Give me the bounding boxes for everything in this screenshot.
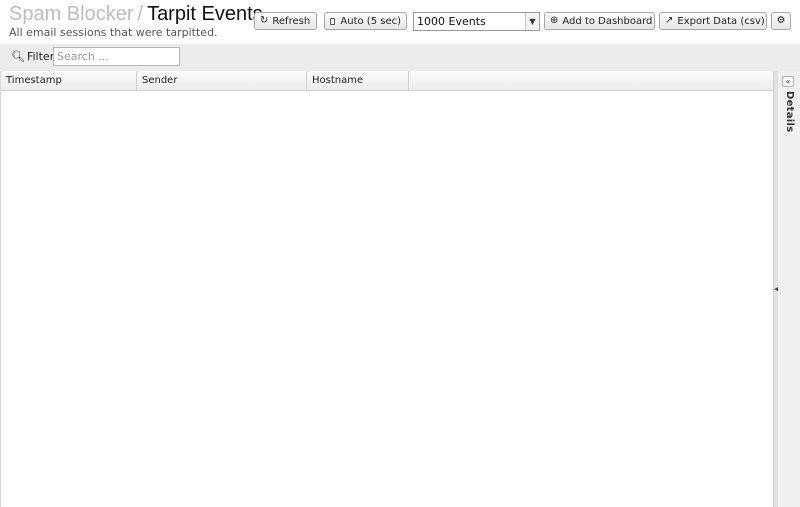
add-to-dashboard-label: Add to Dashboard: [562, 15, 653, 27]
chevron-down-icon[interactable]: ▼: [525, 13, 539, 30]
export-data-button[interactable]: ↗ Export Data (csv): [659, 12, 767, 30]
add-to-dashboard-button[interactable]: ⊕ Add to Dashboard: [544, 12, 655, 30]
breadcrumb-current: Tarpit Events: [147, 3, 263, 25]
search-icon: 🔍︎: [11, 50, 25, 63]
column-header-hostname[interactable]: Hostname: [307, 71, 409, 90]
auto-refresh-checkbox[interactable]: [330, 17, 336, 25]
breadcrumb-separator: /: [137, 3, 144, 25]
breadcrumb-parent[interactable]: Spam Blocker: [9, 3, 134, 25]
refresh-label: Refresh: [272, 15, 311, 27]
gear-icon: ⚙: [776, 15, 786, 26]
grid-body[interactable]: [1, 91, 773, 507]
filter-label: 🔍︎ Filter: [11, 50, 54, 63]
auto-refresh-toggle[interactable]: Auto (5 sec): [324, 12, 407, 30]
grid-header: Timestamp Sender Hostname: [1, 71, 773, 91]
events-grid: Timestamp Sender Hostname: [0, 71, 773, 507]
plus-circle-icon: ⊕: [550, 15, 559, 26]
details-panel-label[interactable]: Details: [784, 91, 795, 133]
details-panel: « Details: [778, 71, 800, 507]
expand-details-icon[interactable]: «: [782, 76, 794, 87]
filter-label-text: Filter: [26, 50, 55, 63]
page-header: Spam Blocker / Tarpit Events All email ses…: [0, 0, 800, 44]
column-header-sender[interactable]: Sender: [137, 71, 307, 90]
filter-bar: 🔍︎ Filter: [0, 44, 800, 71]
auto-refresh-label: Auto (5 sec): [340, 15, 401, 27]
search-input[interactable]: [53, 47, 180, 66]
refresh-button[interactable]: ↻ Refresh: [254, 12, 317, 30]
column-header-timestamp[interactable]: Timestamp: [1, 71, 137, 90]
export-data-label: Export Data (csv): [677, 15, 765, 27]
page-title: Spam Blocker / Tarpit Events: [9, 2, 263, 26]
events-count-select[interactable]: 1000 Events ▼: [413, 12, 540, 31]
refresh-icon: ↻: [260, 15, 269, 26]
settings-button[interactable]: ⚙: [771, 12, 791, 30]
page-subtitle: All email sessions that were tarpitted.: [9, 26, 218, 39]
external-link-icon: ↗: [665, 15, 674, 26]
events-count-value: 1000 Events: [417, 15, 486, 28]
